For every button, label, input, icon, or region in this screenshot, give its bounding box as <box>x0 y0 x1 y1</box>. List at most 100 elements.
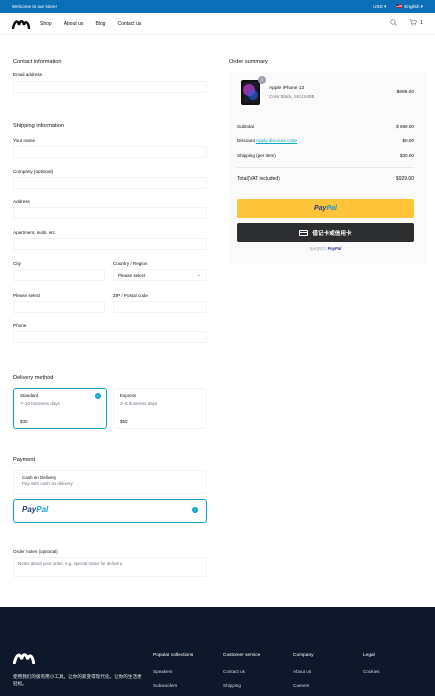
footer-logo[interactable] <box>13 652 35 664</box>
payment-option-cod[interactable]: Cash on Delivery Pay with cash on delive… <box>13 470 207 494</box>
contact-title: Contact information <box>13 59 62 65</box>
footer-link[interactable]: Subwoofers <box>153 683 177 688</box>
brand-logo[interactable] <box>12 19 30 29</box>
subtotal-value: $ 699.00 <box>396 124 414 129</box>
footer-tagline: 使用我们的极有用小工具，让你的家变得现代化。让你的生活更轻松。 <box>13 674 142 687</box>
country-label: Country / Region <box>113 261 148 266</box>
footer-link[interactable]: Shipping <box>223 683 241 688</box>
product-name: Apple iPhone 13 <box>269 86 305 91</box>
language-selector[interactable]: English ▾ <box>396 4 423 10</box>
shipping-title: Shipping information <box>13 123 64 129</box>
footer-link[interactable]: Contact us <box>223 669 245 674</box>
summary-divider <box>237 167 414 168</box>
total-label: Total(VAT included) <box>237 176 280 182</box>
powered-prefix: 技术提供方 <box>309 247 327 251</box>
subtotal-row: Subtotal $ 699.00 <box>237 124 414 129</box>
check-icon: ✓ <box>192 507 198 513</box>
city-field[interactable] <box>13 269 105 281</box>
zip-label: ZIP / Postal code <box>113 293 148 298</box>
payment-option-paypal[interactable]: PayPal ✓ <box>13 499 207 523</box>
product-thumbnail <box>241 80 260 105</box>
apply-discount-link[interactable]: Apply discount code <box>256 138 297 143</box>
email-field[interactable] <box>13 81 207 93</box>
discount-label: Discount <box>237 138 255 143</box>
apartment-field[interactable] <box>13 238 207 250</box>
cart-icon <box>409 19 418 26</box>
delivery-price: $50 <box>120 419 128 424</box>
footer-link[interactable]: About us <box>293 669 311 674</box>
footer-col-title: Legal <box>363 653 375 658</box>
footer-col-title: Company <box>293 653 314 658</box>
delivery-eta: 7–10 business days <box>20 401 60 406</box>
zip-field[interactable] <box>113 301 207 313</box>
footer-link[interactable]: Careers <box>293 683 309 688</box>
shipping-row: Shipping (per item) $30.00 <box>237 153 414 158</box>
notes-label: Order notes (optional) <box>13 549 58 554</box>
paypal-logo-part2: Pal <box>36 505 49 514</box>
check-icon: ✓ <box>95 393 101 399</box>
name-label: Your name <box>13 138 36 143</box>
total-row: Total(VAT included) $929.00 <box>237 176 414 182</box>
discount-value: $0.00 <box>402 138 415 143</box>
search-icon[interactable] <box>390 19 398 26</box>
phone-field[interactable] <box>13 331 207 343</box>
cod-subtitle: Pay with cash on delivery <box>22 481 73 486</box>
shipping-value: $30.00 <box>399 153 414 158</box>
shipping-label: Shipping <box>237 153 255 158</box>
announcement-bar: Welcome to our store! USD ▾ English ▾ <box>0 0 435 13</box>
paypal-checkout-button[interactable]: Pay Pal <box>237 199 414 218</box>
total-value: $929.00 <box>395 176 414 182</box>
paypal-button-part2: Pal <box>326 205 337 212</box>
currency-selector[interactable]: USD ▾ <box>373 4 386 10</box>
footer-link[interactable]: Cookies <box>363 669 380 674</box>
credit-card-icon <box>299 229 309 236</box>
delivery-eta: 2–5 business days <box>120 401 158 406</box>
company-label: Company (optional) <box>13 169 54 174</box>
delivery-price: $30 <box>20 419 28 424</box>
nav-item-contact[interactable]: Contact us <box>117 21 141 27</box>
footer-link[interactable]: Speakers <box>153 669 172 674</box>
footer-col-title: Popular collections <box>153 653 194 658</box>
company-field[interactable] <box>13 177 207 189</box>
main-nav: Shop About us Blog Contact us 1 <box>0 13 435 35</box>
language-label: English ▾ <box>404 3 423 9</box>
notes-textarea[interactable]: Notes about your order, e.g. special not… <box>13 557 207 577</box>
cart-button[interactable]: 1 <box>409 19 423 26</box>
product-price: $699.00 <box>396 90 414 95</box>
card-checkout-button[interactable]: 借记卡或信用卡 <box>237 223 414 242</box>
country-value: Please select <box>118 273 146 278</box>
paypal-logo-part1: Pay <box>22 505 37 514</box>
notes-placeholder: Notes about your order, e.g. special not… <box>18 561 123 566</box>
city-label: City <box>13 261 21 266</box>
delivery-title: Delivery method <box>13 375 54 381</box>
cod-title: Cash on Delivery <box>22 475 57 480</box>
quantity-badge: 1 <box>258 76 266 84</box>
summary-title: Order summary <box>229 59 268 65</box>
email-label: Email address <box>13 72 43 77</box>
footer-col-title: Customer service <box>223 653 261 658</box>
powered-by: 技术提供方 PayPal <box>237 246 414 251</box>
state-field[interactable] <box>13 301 105 313</box>
delivery-option-express[interactable]: Express 2–5 business days $50 <box>113 388 207 429</box>
delivery-name: Standard <box>20 393 39 398</box>
discount-row: Discount Apply discount code $0.00 <box>237 138 414 143</box>
cart-count: 1 <box>420 19 423 26</box>
subtotal-label: Subtotal <box>237 124 254 129</box>
nav-item-blog[interactable]: Blog <box>95 21 105 27</box>
country-select[interactable]: Please select ⌄ <box>113 269 207 281</box>
card-button-label: 借记卡或信用卡 <box>312 230 352 237</box>
address-field[interactable] <box>13 207 207 219</box>
phone-image <box>243 82 258 103</box>
payment-title: Payment <box>13 457 36 463</box>
welcome-text: Welcome to our store! <box>12 4 57 9</box>
nav-item-about[interactable]: About us <box>64 21 84 27</box>
chevron-down-icon: ⌄ <box>196 272 201 278</box>
nav-item-shop[interactable]: Shop <box>40 21 52 27</box>
delivery-option-standard[interactable]: Standard 7–10 business days $30 ✓ <box>13 388 107 429</box>
name-field[interactable] <box>13 146 207 158</box>
delivery-name: Express <box>120 393 137 398</box>
state-label: Please select <box>13 293 41 298</box>
us-flag-icon <box>396 4 403 9</box>
address-label: Address <box>13 199 30 204</box>
site-footer: 使用我们的极有用小工具，让你的家变得现代化。让你的生活更轻松。 Popular … <box>0 607 435 696</box>
